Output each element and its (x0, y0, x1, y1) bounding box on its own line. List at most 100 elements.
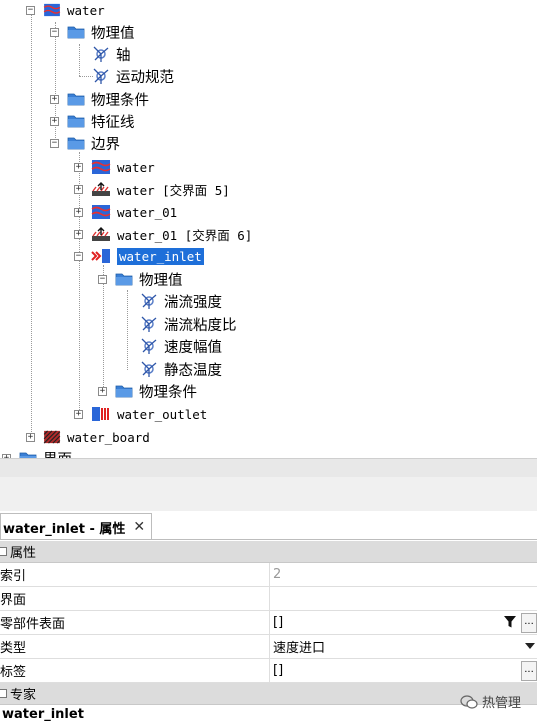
object-tree: − water − 物理值 轴 运动规范 + 物理条件 + 特征线 − 边界 +… (0, 0, 537, 458)
property-value: [] (273, 663, 284, 678)
expand-toggle-icon[interactable]: + (50, 116, 59, 126)
folder-icon (67, 114, 85, 128)
tree-node-velocity-magnitude[interactable]: 速度幅值 (140, 335, 222, 357)
tree-node-boundary-water-01-interface[interactable]: + water_01 [交界面 6] (74, 223, 252, 245)
vector-icon (140, 337, 158, 355)
horizontal-scrollbar[interactable] (0, 458, 537, 478)
property-value: [] (273, 615, 284, 630)
boundary-wave-icon (91, 159, 111, 175)
collapse-toggle-icon[interactable]: − (98, 274, 107, 284)
category-properties[interactable]: 属性 (0, 541, 537, 563)
close-icon[interactable]: ✕ (133, 519, 145, 535)
tree-label: 运动规范 (116, 69, 174, 86)
tree-node-axis[interactable]: 轴 (92, 43, 131, 65)
vector-icon (140, 292, 158, 310)
tree-node-boundary-water-inlet[interactable]: − water_inlet (74, 245, 204, 267)
expand-toggle-icon[interactable]: + (26, 432, 35, 442)
properties-tab-title: water_inlet - 属性 (3, 521, 126, 537)
tree-label: 界面 (43, 448, 72, 459)
tree-label: 物理值 (91, 25, 135, 42)
tree-node-boundary-water-01[interactable]: + water_01 (74, 201, 177, 223)
property-value (269, 587, 537, 610)
expand-toggle-icon[interactable]: + (74, 162, 83, 172)
tree-node-interfaces[interactable]: + 界面 (2, 447, 72, 458)
collapse-toggle-icon[interactable]: − (74, 251, 83, 261)
tree-node-boundary-water-interface[interactable]: + water [交界面 5] (74, 178, 230, 200)
vector-icon (92, 45, 110, 63)
property-row-part-surfaces[interactable]: 零部件表面 [] ... (0, 611, 537, 635)
collapse-toggle-icon[interactable]: − (50, 27, 59, 37)
tree-node-boundary-water-outlet[interactable]: + water_outlet (74, 403, 207, 425)
tree-label: 湍流粘度比 (164, 317, 237, 334)
category-label: 专家 (10, 688, 37, 703)
vector-icon (92, 67, 110, 85)
tree-node-motion-spec[interactable]: 运动规范 (92, 65, 174, 87)
folder-icon (115, 384, 133, 398)
expand-toggle-icon[interactable]: + (74, 409, 83, 419)
properties-tab[interactable]: water_inlet - 属性 ✕ (0, 513, 153, 540)
chevron-down-icon[interactable] (525, 643, 535, 649)
tree-label: 边界 (91, 136, 120, 153)
tree-label: 静态温度 (164, 362, 222, 379)
tab-divider (0, 539, 537, 540)
expand-toggle-icon[interactable]: + (98, 386, 107, 396)
folder-icon (67, 25, 85, 39)
property-grid: 属性 索引 2 界面 零部件表面 [] ... 类型 速度进口 标签 [] ..… (0, 541, 537, 705)
folder-icon (67, 136, 85, 150)
tree-label: water_01 (117, 204, 178, 220)
edit-ellipsis-button[interactable]: ... (521, 613, 537, 633)
tree-label: water_outlet (117, 406, 208, 422)
tree-node-water-board[interactable]: + water_board (26, 426, 150, 448)
property-row-interface[interactable]: 界面 (0, 587, 537, 611)
folder-icon (115, 272, 133, 286)
vector-icon (140, 360, 158, 378)
property-name: 类型 (0, 641, 27, 656)
collapse-category-icon[interactable] (0, 547, 7, 556)
expand-toggle-icon[interactable]: + (74, 229, 83, 239)
tree-node-boundary-water[interactable]: + water (74, 156, 155, 178)
expand-toggle-icon[interactable]: + (50, 94, 59, 104)
tree-node-inlet-physics-conditions[interactable]: + 物理条件 (98, 380, 197, 402)
property-row-type[interactable]: 类型 速度进口 (0, 635, 537, 659)
folder-icon (67, 92, 85, 106)
collapse-toggle-icon[interactable]: − (50, 138, 59, 148)
tree-node-turb-viscosity-ratio[interactable]: 湍流粘度比 (140, 313, 237, 335)
collapse-category-icon[interactable] (0, 689, 7, 698)
tree-node-physics-conditions[interactable]: + 物理条件 (50, 88, 149, 110)
boundary-wave-icon (91, 204, 111, 220)
tree-node-turb-intensity[interactable]: 湍流强度 (140, 290, 222, 312)
category-label: 属性 (10, 546, 37, 561)
category-expert[interactable]: 专家 (0, 683, 537, 705)
tree-label: water_01 [交界面 6] (117, 227, 253, 243)
collapse-toggle-icon[interactable]: − (26, 5, 35, 15)
vector-icon (140, 315, 158, 333)
property-value: 2 (269, 563, 537, 586)
watermark-text: 热管理 (481, 696, 521, 711)
tree-node-static-temperature[interactable]: 静态温度 (140, 358, 222, 380)
tree-label: 物理条件 (139, 384, 197, 401)
tree-label: 物理条件 (91, 92, 149, 109)
tree-node-feature-lines[interactable]: + 特征线 (50, 110, 135, 132)
type-select-value[interactable]: 速度进口 (273, 637, 325, 656)
property-row-tags[interactable]: 标签 [] ... (0, 659, 537, 683)
inlet-icon (91, 248, 111, 264)
tree-label: water (67, 2, 105, 18)
tree-node-inlet-physics-values[interactable]: − 物理值 (98, 268, 183, 290)
filter-icon[interactable] (503, 615, 517, 629)
property-row-index[interactable]: 索引 2 (0, 563, 537, 587)
tree-label: 湍流强度 (164, 294, 222, 311)
expand-toggle-icon[interactable]: + (74, 207, 83, 217)
tree-node-physics-values[interactable]: − 物理值 (50, 21, 135, 43)
property-name: 界面 (0, 593, 27, 608)
wechat-icon (460, 694, 478, 709)
expand-toggle-icon[interactable]: + (74, 184, 83, 194)
tree-node-boundaries[interactable]: − 边界 (50, 132, 120, 154)
tree-label: water (117, 159, 155, 175)
folder-icon (19, 451, 37, 458)
splitter-area (0, 477, 537, 511)
tree-label: 特征线 (91, 114, 135, 131)
tree-label-selected: water_inlet (117, 247, 204, 265)
tree-node-water-root[interactable]: − water (26, 0, 105, 21)
edit-ellipsis-button[interactable]: ... (521, 661, 537, 681)
tree-label: water_board (67, 429, 150, 445)
